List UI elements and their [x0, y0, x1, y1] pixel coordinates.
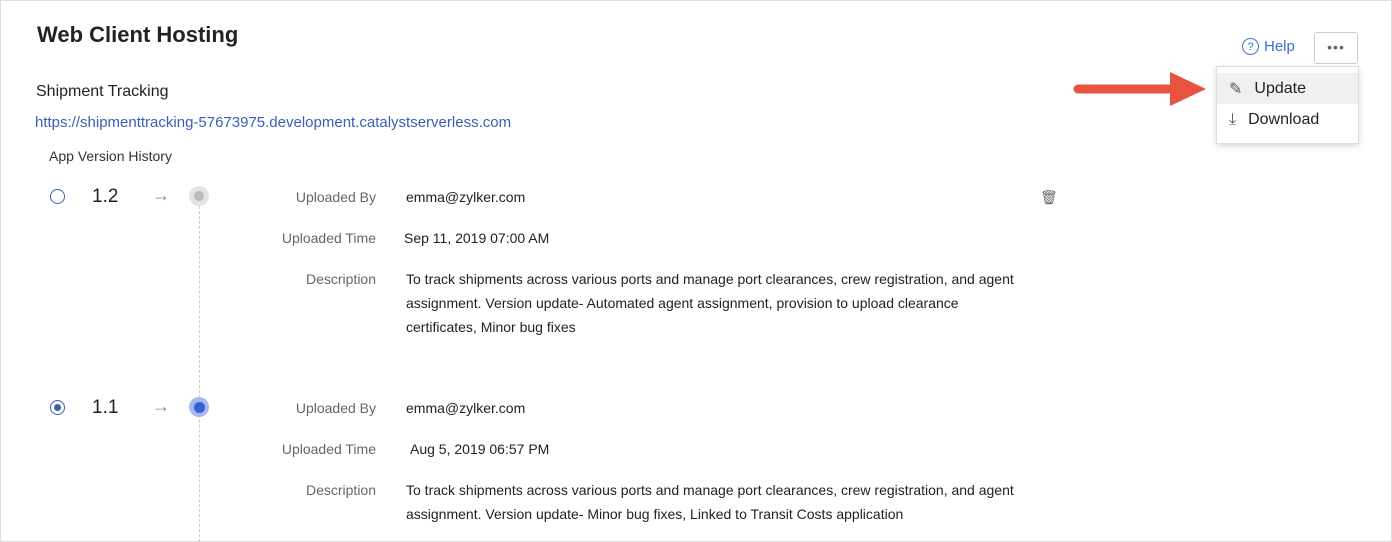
arrow-right-icon: →: [152, 396, 170, 416]
version-radio-1-2[interactable]: [50, 189, 65, 204]
uploaded-by-label: Uploaded By: [295, 189, 376, 205]
page-title: Web Client Hosting: [37, 22, 239, 47]
version-radio-1-1[interactable]: [50, 400, 65, 415]
more-options-button[interactable]: •••: [1314, 32, 1358, 64]
app-url-link[interactable]: https://shipmenttracking-57673975.develo…: [35, 114, 511, 131]
help-link[interactable]: ? Help: [1242, 38, 1295, 55]
uploaded-by-value: emma@zylker.com: [406, 189, 526, 205]
uploaded-time-value: Aug 5, 2019 06:57 PM: [410, 441, 550, 457]
uploaded-by-value: emma@zylker.com: [406, 400, 526, 416]
menu-label: Update: [1254, 79, 1306, 97]
description-label: Description: [305, 482, 376, 498]
more-options-menu: ✎ Update ⤓ Download: [1216, 66, 1359, 144]
help-label: Help: [1264, 38, 1295, 55]
download-icon: ⤓: [1229, 110, 1237, 128]
menu-label: Download: [1248, 110, 1320, 128]
app-name: Shipment Tracking: [36, 83, 169, 100]
menu-item-update[interactable]: ✎ Update: [1217, 73, 1358, 104]
question-circle-icon: ?: [1242, 38, 1259, 55]
uploaded-time-label: Uploaded Time: [281, 441, 376, 457]
description-value: To track shipments across various ports …: [406, 482, 1014, 522]
uploaded-time-label: Uploaded Time: [281, 230, 376, 246]
annotation-arrow: [1073, 72, 1206, 106]
uploaded-by-label: Uploaded By: [295, 400, 376, 416]
pencil-icon: ✎: [1229, 80, 1243, 98]
uploaded-time-value: Sep 11, 2019 07:00 AM: [404, 230, 550, 246]
arrow-right-icon: →: [152, 185, 170, 205]
timeline-line: [199, 206, 200, 542]
delete-icon[interactable]: 🗑: [1040, 189, 1058, 206]
version-number: 1.2: [92, 186, 119, 207]
timeline-dot: [189, 186, 209, 206]
section-title: App Version History: [49, 148, 172, 164]
version-number: 1.1: [92, 397, 119, 418]
menu-item-download[interactable]: ⤓ Download: [1217, 104, 1358, 135]
timeline-dot: [189, 397, 209, 417]
description-value: To track shipments across various ports …: [406, 271, 1014, 335]
description-label: Description: [305, 271, 376, 287]
